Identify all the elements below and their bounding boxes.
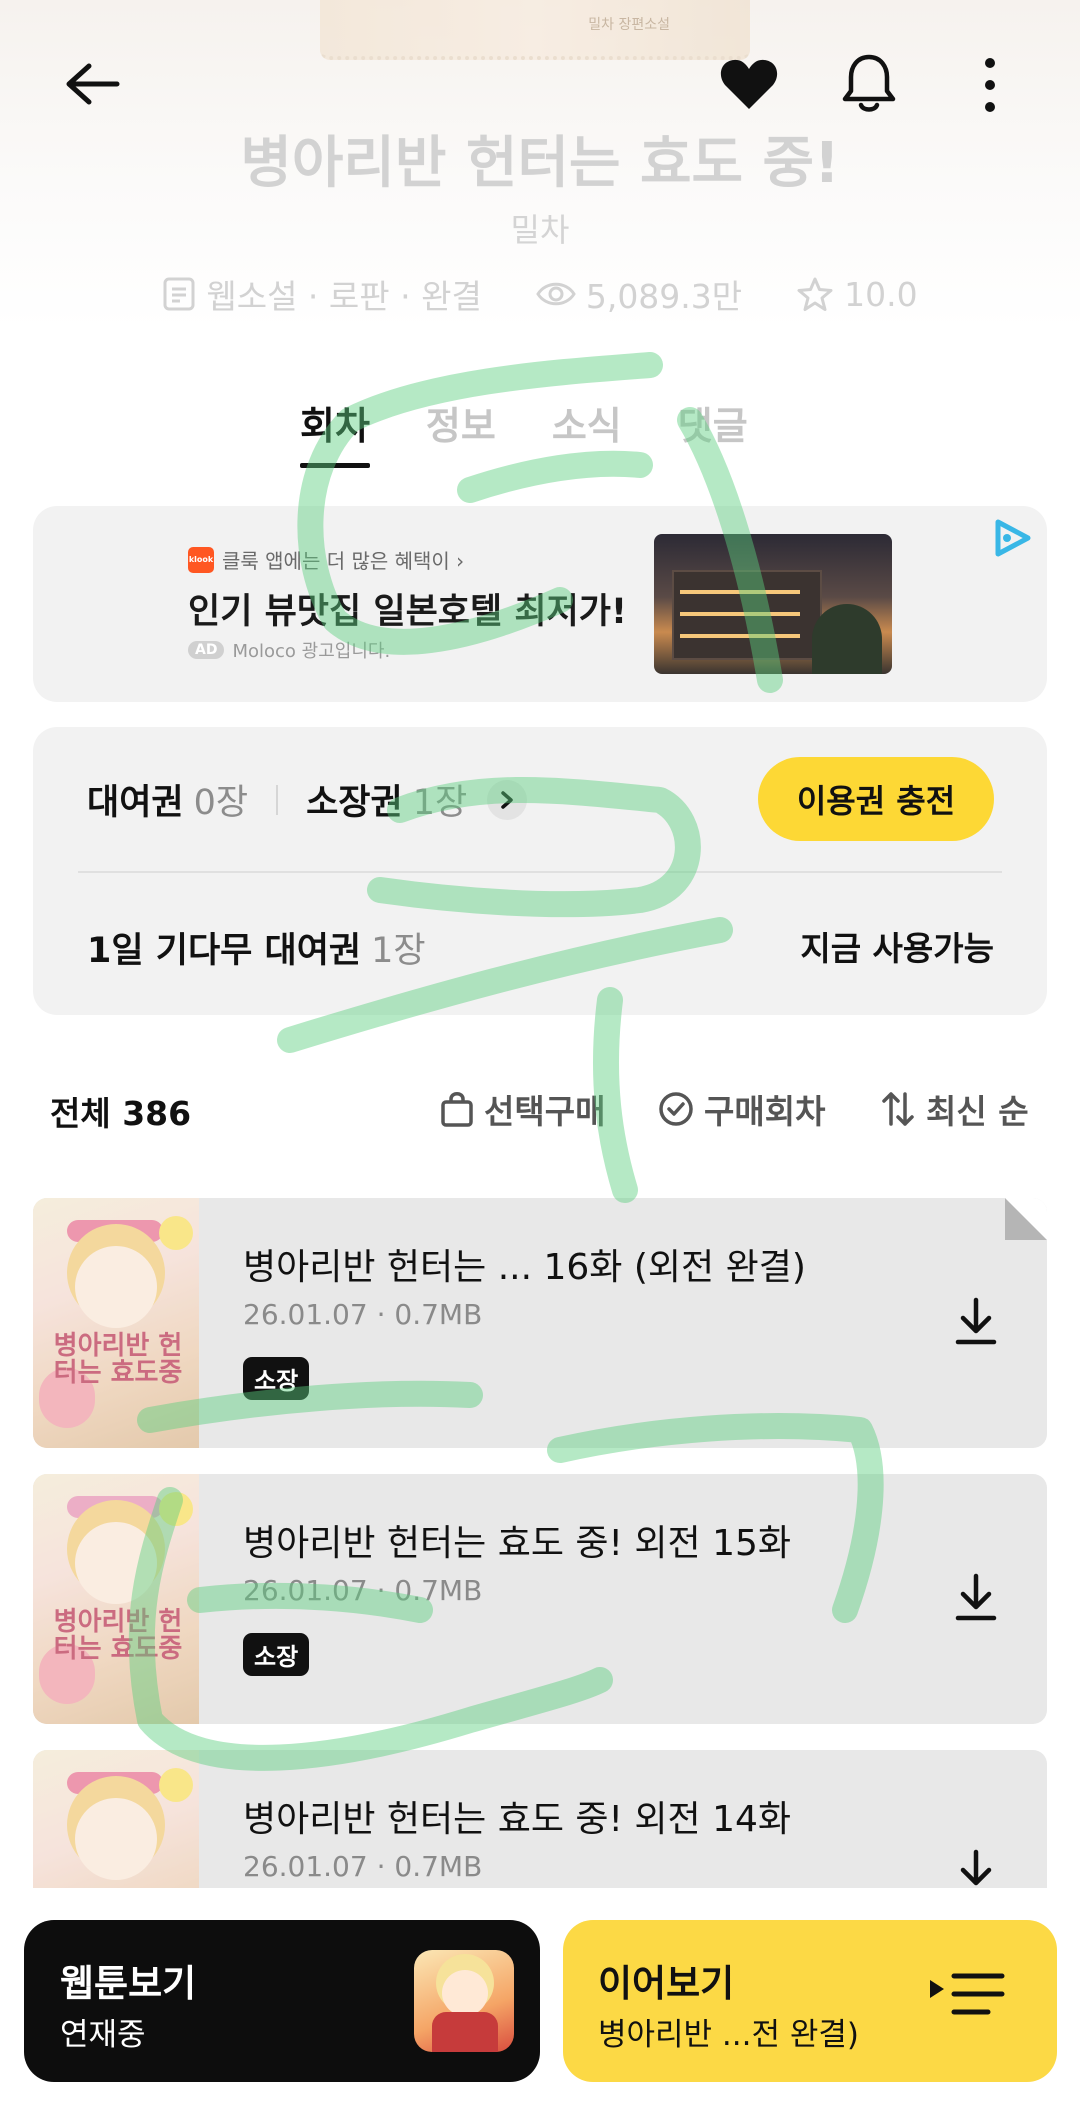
author-name[interactable]: 밀차 <box>0 205 1080 251</box>
more-button[interactable] <box>966 52 1014 118</box>
owned-badge: 소장 <box>243 1357 310 1400</box>
star-icon <box>797 277 833 311</box>
document-icon <box>163 277 195 311</box>
ad-badge: AD <box>188 641 225 659</box>
notification-button[interactable] <box>836 50 902 118</box>
continue-episode-name: 병아리반 ...전 완결) <box>598 2017 860 2053</box>
more-vertical-icon <box>985 58 995 112</box>
purchased-label: 구매회차 <box>704 1092 826 1131</box>
episode-meta: 26.01.07 · 0.7MB <box>243 1574 483 1607</box>
webtoon-status: 연재중 <box>60 2017 146 2053</box>
episode-title: 병아리반 헌터는 효도 중! 외전 14화 <box>243 1799 792 1840</box>
tab-bar: 회차 정보 소식 댓글 <box>300 395 748 468</box>
ad-headline: 인기 뷰맛집 일본호텔 최저가! <box>188 592 627 632</box>
tab-comments[interactable]: 댓글 <box>678 395 748 468</box>
divider <box>276 784 279 815</box>
ad-disclosure-text: Moloco 광고입니다. <box>232 641 391 662</box>
ad-tagline: 클룩 앱에는 더 많은 혜택이 › <box>222 549 465 573</box>
own-label: 소장권 <box>306 783 403 823</box>
ad-brand-line: klook 클룩 앱에는 더 많은 혜택이 › <box>188 545 464 574</box>
episode-meta: 26.01.07 · 0.7MB <box>243 1298 483 1331</box>
purchased-filter-button[interactable]: 구매회차 <box>658 1085 825 1133</box>
ticket-summary[interactable]: 대여권 0장 소장권 1장 <box>87 774 528 825</box>
charge-ticket-button[interactable]: 이용권 충전 <box>758 757 994 841</box>
ad-choices-button[interactable] <box>990 516 1034 564</box>
wait-free-row: 1일 기다무 대여권 1장 <box>87 922 426 973</box>
download-icon <box>955 1297 997 1345</box>
ad-hotel-image[interactable] <box>654 534 892 674</box>
heart-icon <box>720 59 778 109</box>
sort-label: 최신 순 <box>926 1092 1029 1131</box>
episode-item[interactable]: 병아리반 헌터는 효도중 병아리반 헌터는 효도 중! 외전 15화 26.01… <box>33 1474 1047 1724</box>
ad-choices-icon <box>995 519 1031 557</box>
eye-icon <box>536 282 576 306</box>
klook-logo: klook <box>188 546 214 573</box>
webtoon-button-label: 웹툰보기 <box>60 1962 197 2005</box>
back-arrow-icon <box>66 63 120 105</box>
sort-icon <box>882 1092 914 1126</box>
sort-button[interactable]: 최신 순 <box>880 1085 1029 1133</box>
like-button[interactable] <box>716 52 782 116</box>
episode-thumbnail: 병아리반 헌터는 효도중 <box>33 1474 199 1724</box>
episode-item[interactable]: 병아리반 헌터는 효도중 병아리반 헌터는 ... 16화 (외전 완결) 26… <box>33 1198 1047 1448</box>
select-buy-label: 선택구매 <box>484 1092 606 1131</box>
shopping-bag-icon <box>441 1092 473 1127</box>
download-icon <box>955 1573 997 1621</box>
rating-value: 10.0 <box>844 274 918 314</box>
series-title: 병아리반 헌터는 효도 중! <box>240 131 840 196</box>
back-button[interactable] <box>50 52 132 116</box>
bell-icon <box>842 54 896 112</box>
tab-info[interactable]: 정보 <box>426 395 496 468</box>
own-count: 1장 <box>412 783 468 823</box>
download-button[interactable] <box>953 1572 999 1626</box>
wait-free-count: 1장 <box>371 931 426 971</box>
episode-total: 전체 386 <box>50 1094 192 1133</box>
continue-reading-label: 이어보기 <box>598 1962 735 2005</box>
check-circle-icon <box>659 1092 693 1126</box>
wait-free-label: 1일 기다무 대여권 <box>87 931 362 971</box>
series-meta: 웹소설 · 로판 · 완결 5,089.3만 10.0 <box>0 270 1080 318</box>
episode-meta: 26.01.07 · 0.7MB <box>243 1850 483 1883</box>
rental-label: 대여권 <box>87 783 184 823</box>
divider <box>78 871 1002 873</box>
cover-image: 밀차 장편소설 <box>320 0 750 60</box>
episode-title: 병아리반 헌터는 효도 중! 외전 15화 <box>243 1523 792 1564</box>
page-fold-corner <box>1005 1198 1047 1240</box>
tab-news[interactable]: 소식 <box>552 395 622 468</box>
episode-title: 병아리반 헌터는 ... 16화 (외전 완결) <box>243 1247 806 1288</box>
playlist-play-icon <box>928 1970 1008 2024</box>
chevron-right-icon[interactable] <box>487 779 528 820</box>
episode-thumbnail: 병아리반 헌터는 효도중 <box>33 1198 199 1448</box>
download-button[interactable] <box>953 1296 999 1350</box>
webtoon-thumbnail <box>414 1950 514 2052</box>
view-count: 5,089.3만 <box>585 277 743 316</box>
select-buy-button[interactable]: 선택구매 <box>440 1085 605 1133</box>
owned-badge: 소장 <box>243 1633 310 1676</box>
genre-label: 웹소설 · 로판 · 완결 <box>206 277 482 316</box>
tab-episodes[interactable]: 회차 <box>300 395 370 468</box>
ad-disclosure: AD Moloco 광고입니다. <box>188 637 390 663</box>
rental-count: 0장 <box>193 783 249 823</box>
wait-free-status[interactable]: 지금 사용가능 <box>780 922 994 970</box>
